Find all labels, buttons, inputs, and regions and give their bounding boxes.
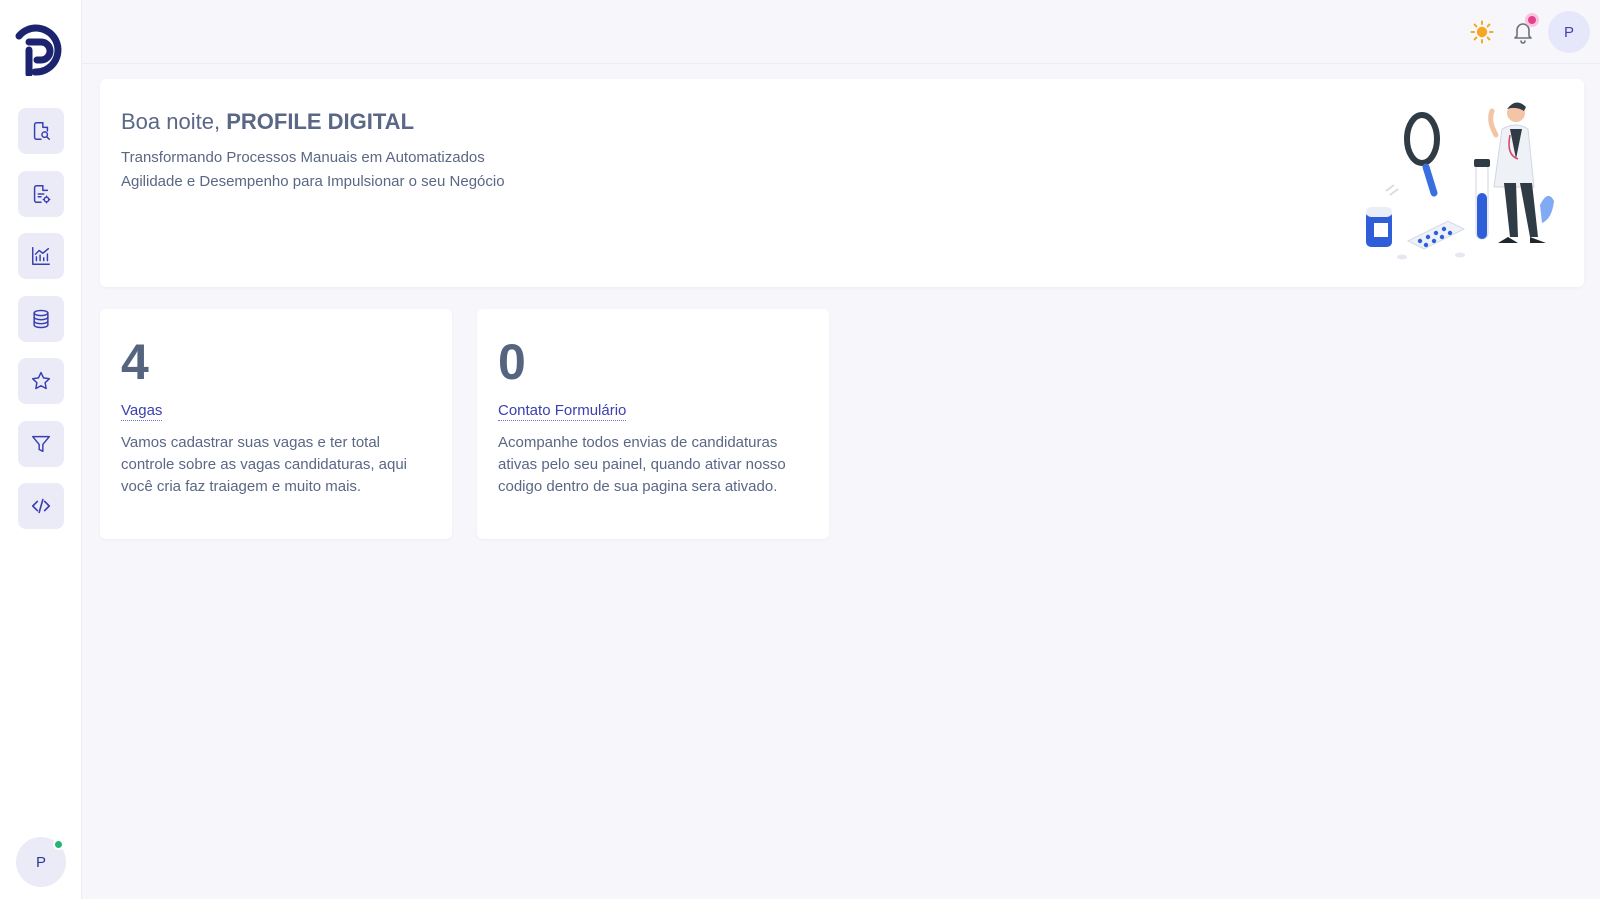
welcome-card: Boa noite, PROFILE DIGITAL Transformando… — [100, 79, 1584, 287]
company-name: PROFILE DIGITAL — [226, 109, 415, 134]
welcome-tagline-2: Agilidade e Desempenho para Impulsionar … — [121, 173, 505, 190]
nav-chart[interactable] — [18, 233, 64, 279]
online-status-indicator — [53, 839, 64, 850]
pd-logo[interactable] — [13, 22, 67, 76]
filter-icon — [32, 435, 50, 452]
document-search-icon — [33, 122, 50, 140]
sun-icon[interactable] — [1470, 20, 1494, 44]
nav-filter[interactable] — [18, 420, 64, 467]
welcome-tagline-1: Transformando Processos Manuais em Autom… — [121, 149, 485, 166]
sidebar-avatar-initial: P — [35, 853, 46, 871]
database-icon — [33, 309, 49, 328]
nav-database[interactable] — [18, 295, 64, 342]
header-avatar-initial: P — [1563, 23, 1574, 41]
code-icon — [31, 498, 51, 514]
stat-description: Vamos cadastrar suas vagas e ter total c… — [121, 434, 408, 495]
topbar: P — [82, 0, 1600, 64]
notifications-button[interactable] — [1511, 13, 1539, 45]
greeting-heading: Boa noite, PROFILE DIGITAL — [121, 109, 414, 135]
sidebar-user-avatar[interactable]: P — [16, 837, 66, 887]
document-edit-icon — [33, 184, 51, 203]
doctor-illustration — [1366, 102, 1554, 260]
notification-badge — [1525, 13, 1539, 27]
stat-link-contato-formulario[interactable]: Contato Formulário — [498, 402, 627, 421]
nav-code[interactable] — [18, 483, 64, 529]
nav-favorites[interactable] — [18, 358, 64, 404]
stat-card-contato-formulario: 0 Contato Formulário Acompanhe todos env… — [477, 309, 829, 539]
star-icon — [31, 371, 51, 390]
sidebar: P — [0, 0, 82, 899]
sidebar-nav — [18, 108, 64, 546]
stat-description: Acompanhe todos envias de candidaturas a… — [498, 434, 786, 495]
chart-icon — [32, 247, 50, 265]
stat-card-vagas: 4 Vagas Vamos cadastrar suas vagas e ter… — [100, 309, 452, 539]
stat-value: 0 — [498, 334, 526, 390]
nav-document-edit[interactable] — [18, 170, 64, 217]
header-user-avatar[interactable]: P — [1548, 11, 1590, 53]
stat-value: 4 — [121, 334, 149, 390]
stat-link-vagas[interactable]: Vagas — [121, 402, 163, 421]
greeting-prefix: Boa noite, — [121, 109, 221, 134]
nav-document-search[interactable] — [18, 108, 64, 154]
